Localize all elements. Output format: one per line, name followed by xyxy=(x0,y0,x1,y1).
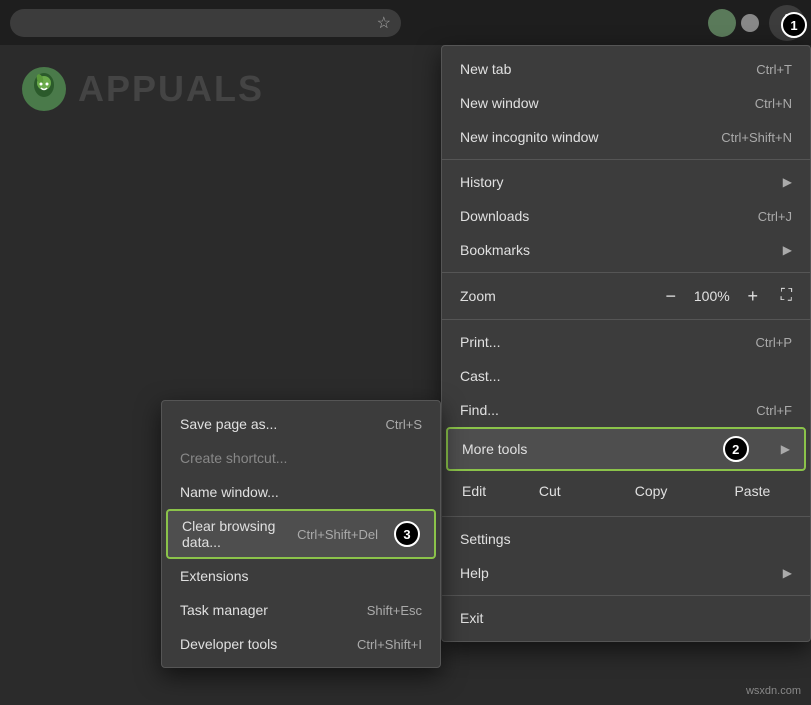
divider-2 xyxy=(442,272,810,273)
browser-topbar-right: 1 xyxy=(411,0,811,45)
menu-item-incognito[interactable]: New incognito window Ctrl+Shift+N xyxy=(442,120,810,154)
more-tools-submenu: Save page as... Ctrl+S Create shortcut..… xyxy=(161,400,441,668)
submenu-name-window[interactable]: Name window... xyxy=(162,475,440,509)
profile-area xyxy=(708,9,759,37)
copy-button[interactable]: Copy xyxy=(601,476,700,506)
menu-item-downloads[interactable]: Downloads Ctrl+J xyxy=(442,199,810,233)
menu-item-settings[interactable]: Settings xyxy=(442,522,810,556)
menu-item-print[interactable]: Print... Ctrl+P xyxy=(442,325,810,359)
menu-item-new-tab[interactable]: New tab Ctrl+T xyxy=(442,52,810,86)
profile-avatar xyxy=(708,9,736,37)
arrow-icon: ▶ xyxy=(783,566,792,580)
arrow-icon: ▶ xyxy=(783,243,792,257)
logo-text: APPUALS xyxy=(78,68,264,110)
submenu-clear-browsing[interactable]: Clear browsing data... Ctrl+Shift+Del 3 xyxy=(166,509,436,559)
menu-item-history[interactable]: History ▶ xyxy=(442,165,810,199)
menu-item-bookmarks[interactable]: Bookmarks ▶ xyxy=(442,233,810,267)
zoom-minus-button[interactable]: − xyxy=(659,284,683,308)
menu-item-find[interactable]: Find... Ctrl+F xyxy=(442,393,810,427)
menu-item-exit[interactable]: Exit xyxy=(442,601,810,635)
star-icon[interactable]: ☆ xyxy=(377,13,391,33)
edit-row: Edit Cut Copy Paste xyxy=(442,471,810,511)
divider-3 xyxy=(442,319,810,320)
divider-4 xyxy=(442,516,810,517)
watermark: wsxdn.com xyxy=(746,685,801,697)
zoom-value: 100% xyxy=(693,288,731,304)
divider-1 xyxy=(442,159,810,160)
divider-5 xyxy=(442,595,810,596)
submenu-task-manager[interactable]: Task manager Shift+Esc xyxy=(162,593,440,627)
submenu-developer-tools[interactable]: Developer tools Ctrl+Shift+I xyxy=(162,627,440,661)
cut-button[interactable]: Cut xyxy=(500,476,599,506)
zoom-controls: − 100% + ⛶ xyxy=(659,284,792,308)
step-badge-3: 3 xyxy=(394,521,420,547)
logo-area: APPUALS xyxy=(20,65,264,113)
chrome-main-menu: New tab Ctrl+T New window Ctrl+N New inc… xyxy=(441,45,811,642)
menu-item-help[interactable]: Help ▶ xyxy=(442,556,810,590)
zoom-row: Zoom − 100% + ⛶ xyxy=(442,278,810,314)
submenu-extensions[interactable]: Extensions xyxy=(162,559,440,593)
menu-item-new-window[interactable]: New window Ctrl+N xyxy=(442,86,810,120)
profile-avatar2 xyxy=(741,14,759,32)
address-bar[interactable]: ☆ xyxy=(10,9,401,37)
arrow-icon: ▶ xyxy=(783,175,792,189)
submenu-save-page[interactable]: Save page as... Ctrl+S xyxy=(162,407,440,441)
menu-item-cast[interactable]: Cast... xyxy=(442,359,810,393)
submenu-create-shortcut[interactable]: Create shortcut... xyxy=(162,441,440,475)
paste-button[interactable]: Paste xyxy=(703,476,802,506)
browser-topbar-left: ☆ xyxy=(0,0,411,45)
arrow-icon: ▶ xyxy=(781,442,790,456)
zoom-fullscreen-button[interactable]: ⛶ xyxy=(781,287,792,305)
zoom-plus-button[interactable]: + xyxy=(741,284,765,308)
menu-item-more-tools[interactable]: More tools 2 ▶ xyxy=(446,427,806,471)
step-badge-2: 2 xyxy=(723,436,749,462)
step-badge-1: 1 xyxy=(781,12,807,38)
logo-svg xyxy=(20,65,68,113)
